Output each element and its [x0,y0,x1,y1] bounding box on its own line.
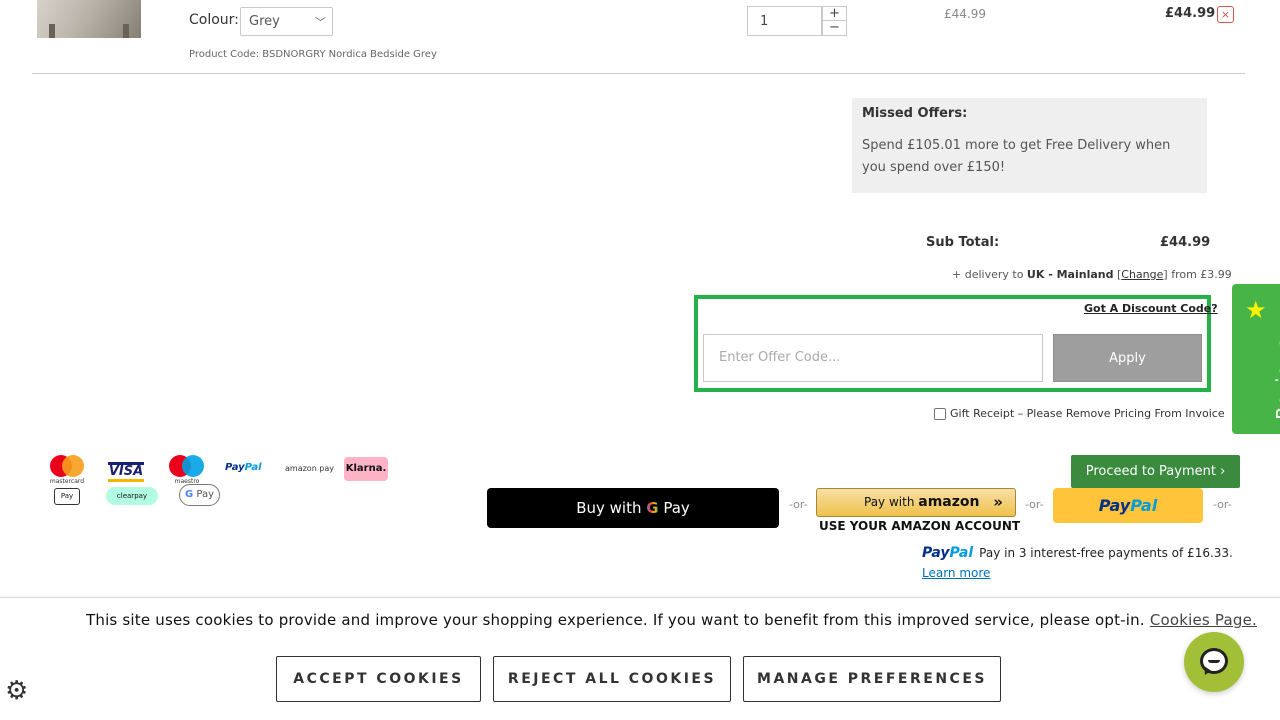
amazon-pay-logo: amazon pay [285,464,335,473]
quantity-decrease-button[interactable]: − [823,21,846,35]
maestro-logo: maestro [168,455,206,485]
apply-button[interactable]: Apply [1053,334,1202,382]
cookie-text: This site uses cookies to provide and im… [86,611,1150,629]
paypal-button[interactable]: PayPal [1053,488,1203,523]
google-g-icon: G [646,499,659,517]
apple-pay-logo: Pay [54,488,80,505]
amazon-pay-button[interactable]: Pay with amazon » [816,488,1016,517]
paypal-pay-in-3: PayPal Pay in 3 interest-free payments o… [922,545,1233,561]
bedside-leg [123,24,129,38]
applepay-text: Pay [60,492,74,500]
divider [32,73,1245,74]
buy-with-label: Buy with [576,499,647,517]
offer-code-input[interactable]: Enter Offer Code... [703,334,1043,382]
proceed-to-payment-button[interactable]: Proceed to Payment › [1071,455,1240,488]
g-icon: G [184,489,194,500]
chevron-down-icon: ﹀ [315,16,326,29]
delivery-prefix: + delivery to [952,268,1027,281]
remove-item-button[interactable]: × [1217,6,1234,23]
klarna-logo: Klarna. [344,457,388,481]
or-separator: -or- [1025,498,1044,511]
unit-price: £44.99 [944,7,986,21]
gift-receipt[interactable]: Gift Receipt – Please Remove Pricing Fro… [934,407,1225,420]
paypal-b: Pal [1130,496,1158,515]
gift-receipt-label: Gift Receipt – Please Remove Pricing Fro… [950,407,1225,420]
delivery-region: UK - Mainland [1026,268,1114,281]
cookies-page-link[interactable]: Cookies Page. [1150,611,1257,629]
gpay-small-text: Pay [196,489,215,500]
delivery-suffix: ] from £3.99 [1163,268,1232,281]
quantity-input[interactable]: 1 [747,6,822,36]
subtotal-label: Sub Total: [926,235,1000,250]
clearpay-logo: clearpay [106,487,158,505]
quantity-increase-button[interactable]: + [823,7,846,21]
mastercard-logo: mastercard [48,455,86,485]
amazon-brand: amazon [918,494,980,510]
pp-small-a: Pay [225,462,245,473]
quantity-stepper: + − [822,6,847,36]
colour-label: Colour: [189,12,239,28]
discount-code-link[interactable]: Got A Discount Code? [1084,302,1218,315]
product-thumbnail[interactable] [37,0,141,38]
double-chevron-icon: » [993,493,1003,511]
gpay-pay-label: Pay [658,499,690,517]
colour-value: Grey [249,14,280,29]
pay-in-3-text: Pay in 3 interest-free payments of £16.3… [979,546,1233,560]
line-total: £44.99 [1165,6,1216,21]
product-code: Product Code: BSDNORGRY Nordica Bedside … [189,49,437,60]
amazon-pay-with: Pay with [864,495,919,509]
amazon-account-caption: USE YOUR AMAZON ACCOUNT [819,519,1021,533]
paypal-logo: PayPal [225,462,262,473]
google-pay-logo: G Pay [179,484,220,506]
paypal-a: Pay [1098,496,1131,515]
missed-offers-panel: Missed Offers: Spend £105.01 more to get… [852,98,1207,193]
or-separator: -or- [1213,498,1232,511]
missed-offers-text: Spend £105.01 more to get Free Delivery … [862,138,1171,175]
manage-preferences-button[interactable]: MANAGE PREFERENCES [743,656,1001,702]
bedside-leg [49,24,55,38]
accept-cookies-button[interactable]: ACCEPT COOKIES [276,656,481,702]
missed-offers-title: Missed Offers: [862,106,968,121]
colour-select[interactable]: Grey ﹀ [240,7,333,36]
pp-small-b: Pal [244,462,262,473]
mastercard-label: mastercard [49,478,85,485]
reviews-label: Reviews [1272,338,1280,420]
change-delivery-link[interactable]: Change [1121,268,1163,281]
buy-with-google-pay-button[interactable]: Buy with G Pay [487,488,779,528]
reviews-tab[interactable]: ★ Reviews [1232,284,1280,434]
visa-logo: VISA [108,462,144,482]
reject-cookies-button[interactable]: REJECT ALL COOKIES [493,656,731,702]
learn-more-link[interactable]: Learn more [922,566,990,580]
gear-icon[interactable]: ⚙ [5,676,28,706]
gift-receipt-checkbox[interactable] [934,407,946,420]
subtotal-value: £44.99 [1160,235,1211,250]
chat-button[interactable] [1184,632,1244,692]
delivery-info: + delivery to UK - Mainland [Change] fro… [952,268,1232,281]
or-separator: -or- [789,498,808,511]
cookie-message: This site uses cookies to provide and im… [86,611,1257,629]
paypal-mark-icon: PayPal [922,545,974,561]
chat-smile [1208,660,1220,663]
star-icon: ★ [1245,296,1267,324]
